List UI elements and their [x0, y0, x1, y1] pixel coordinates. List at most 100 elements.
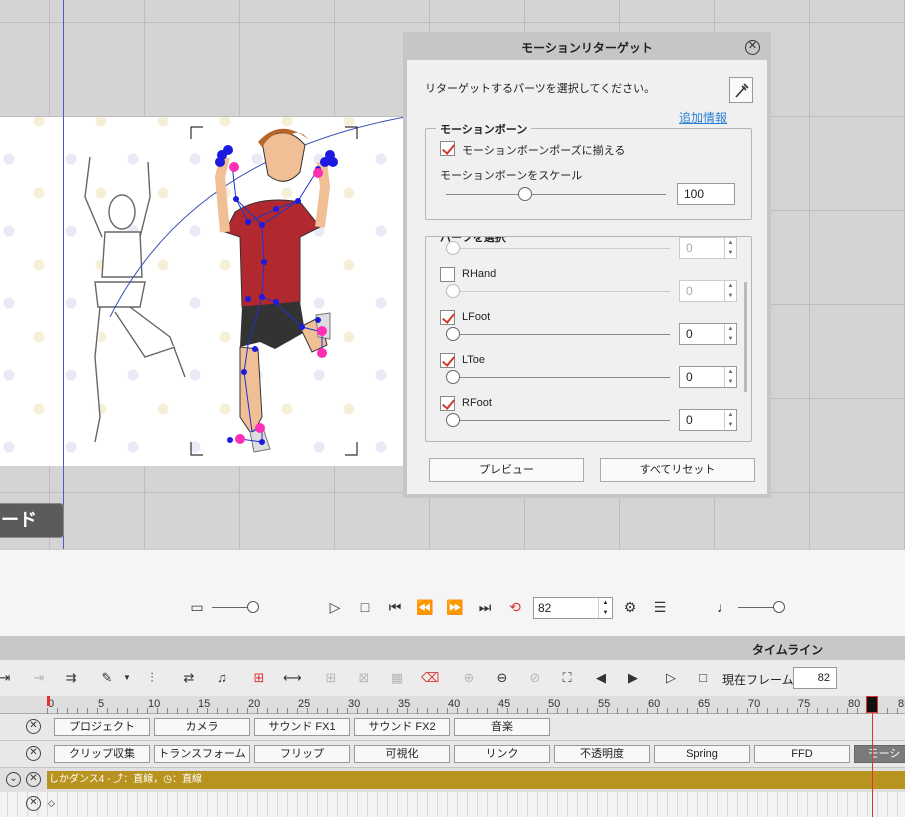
track-button[interactable]: サウンド FX1 — [254, 718, 350, 736]
part-value-field[interactable]: 0 ▲ ▼ — [679, 366, 737, 388]
track-close-icon[interactable]: ✕ — [26, 719, 41, 734]
part-slider-thumb[interactable] — [446, 327, 460, 341]
scale-slider-track[interactable] — [446, 194, 666, 195]
part-slider-track[interactable] — [446, 334, 670, 335]
parts-scrollbar[interactable] — [744, 282, 747, 392]
loop-icon[interactable]: ⟲ — [506, 598, 524, 616]
part-checkbox[interactable] — [440, 267, 455, 282]
range-icon[interactable]: ⟷ — [283, 669, 302, 687]
part-slider-track — [446, 291, 670, 292]
part-spinner: ▲ ▼ — [724, 238, 736, 258]
timeline-stop-icon[interactable]: □ — [694, 669, 712, 687]
part-checkbox[interactable] — [440, 396, 455, 411]
part-spinner[interactable]: ▲ ▼ — [724, 324, 736, 344]
part-slider-track[interactable] — [446, 377, 670, 378]
part-slider-thumb[interactable] — [446, 413, 460, 427]
track-clip: ✕ クリップ収集 トランスフォーム フリップ 可視化 リンク 不透明度 Spring FFD モ… — [0, 741, 905, 768]
ruler-label: 35 — [398, 698, 411, 710]
part-spinner[interactable]: ▲ ▼ — [724, 410, 736, 430]
track-close-icon[interactable]: ✕ — [26, 772, 41, 787]
chevron-down-icon[interactable]: ▼ — [118, 669, 136, 687]
track-close-icon[interactable]: ✕ — [26, 746, 41, 761]
timeline-ruler[interactable]: 0510152025303540455055606570758085 — [0, 696, 905, 714]
track-icon[interactable]: ⇥ — [0, 669, 14, 687]
track-close-icon[interactable]: ✕ — [26, 796, 41, 811]
track-button[interactable]: プロジェクト — [54, 718, 150, 736]
motion-clip-bar[interactable]: しかダンス4 - ⤴：直線，◷：直線 — [47, 771, 905, 789]
track-button[interactable]: トランスフォーム — [154, 745, 250, 763]
volume-slider-thumb[interactable] — [773, 601, 785, 613]
part-checkbox[interactable] — [440, 310, 455, 325]
dialog-titlebar[interactable]: モーションリターゲット ✕ — [407, 36, 767, 60]
last-frame-icon[interactable]: ⏭ — [476, 598, 494, 616]
track-button[interactable]: フリップ — [254, 745, 350, 763]
stop-icon[interactable]: □ — [356, 598, 374, 616]
part-value: 0 — [686, 413, 693, 427]
switch-icon[interactable]: ⇄ — [180, 669, 198, 687]
part-value: 0 — [686, 284, 693, 298]
first-frame-icon[interactable]: ⏮ — [386, 598, 404, 616]
track-button[interactable]: 可視化 — [354, 745, 450, 763]
subtitle-icon[interactable]: ▭ — [188, 598, 206, 616]
part-slider-thumb[interactable] — [446, 370, 460, 384]
mode-label[interactable]: ード — [0, 503, 64, 538]
preview-button[interactable]: プレビュー — [429, 458, 584, 482]
part-checkbox[interactable] — [440, 353, 455, 368]
list-panel-icon[interactable]: ☰ — [651, 598, 669, 616]
track-button[interactable]: 音楽 — [454, 718, 550, 736]
track-button[interactable]: モーシ — [854, 745, 905, 763]
part-slider-track[interactable] — [446, 420, 670, 421]
track-button[interactable]: リンク — [454, 745, 550, 763]
previous-frame-icon[interactable]: ⏪ — [416, 598, 434, 616]
subtitle-slider-thumb[interactable] — [247, 601, 259, 613]
part-spinner[interactable]: ▲ ▼ — [724, 367, 736, 387]
scale-value-field[interactable]: 100 — [677, 183, 735, 205]
music-track-icon[interactable]: ♫ — [213, 669, 231, 687]
frame-spinner[interactable]: ▲ ▼ — [598, 598, 612, 618]
part-value-field[interactable]: 0 ▲ ▼ — [679, 409, 737, 431]
prev-key-icon[interactable]: ◀ — [592, 669, 610, 687]
play-icon[interactable]: ▷ — [326, 598, 344, 616]
next-key-icon[interactable]: ▶ — [624, 669, 642, 687]
fit-icon[interactable]: ⛶ — [558, 669, 576, 687]
key-red-icon[interactable]: ⊞ — [250, 669, 268, 687]
ruler-label: 40 — [448, 698, 461, 710]
key-track[interactable]: ✕ ◇ — [0, 792, 905, 817]
track-project: ✕ プロジェクト カメラ サウンド FX1 サウンド FX2 音楽 — [0, 714, 905, 741]
zoom-out-icon[interactable]: ⊖ — [493, 669, 511, 687]
music-note-icon[interactable]: ♩ — [715, 598, 733, 616]
current-frame-field[interactable]: 82 — [793, 667, 837, 689]
collapse-icon[interactable]: ⌄ — [6, 772, 21, 787]
align-icon[interactable]: ⫶ — [143, 669, 161, 687]
timeline-play-icon[interactable]: ▷ — [662, 669, 680, 687]
copy-key-icon: ▦ — [390, 670, 404, 685]
ruler-label: 70 — [748, 698, 761, 710]
edit-icon[interactable]: ✎ — [98, 669, 116, 687]
ruler-label: 55 — [598, 698, 611, 710]
eraser-icon[interactable]: ⌫ — [421, 669, 439, 687]
more-info-link[interactable]: 追加情報 — [679, 109, 727, 126]
track-button[interactable]: サウンド FX2 — [354, 718, 450, 736]
reset-all-button[interactable]: すべてリセット — [600, 458, 755, 482]
part-value-field[interactable]: 0 ▲ ▼ — [679, 323, 737, 345]
start-marker[interactable] — [47, 696, 50, 706]
align-pose-checkbox[interactable] — [440, 141, 455, 156]
move-track-icon[interactable]: ⇉ — [62, 669, 80, 687]
scale-slider-thumb[interactable] — [518, 187, 533, 201]
settings-gear-icon[interactable]: ⚙ — [621, 598, 639, 616]
instruction-text: リターゲットするパーツを選択してください。 — [425, 83, 656, 95]
playhead-handle[interactable] — [866, 696, 878, 713]
track-button[interactable]: 不透明度 — [554, 745, 650, 763]
picker-button[interactable] — [729, 77, 753, 103]
close-icon[interactable]: ✕ — [745, 40, 760, 55]
ruler-label: 15 — [198, 698, 211, 710]
track-button[interactable]: FFD — [754, 745, 850, 763]
next-frame-icon[interactable]: ⏩ — [446, 598, 464, 616]
track-button[interactable]: カメラ — [154, 718, 250, 736]
frame-input[interactable]: 82 ▲ ▼ — [533, 597, 613, 619]
track-button[interactable]: Spring — [654, 745, 750, 763]
stage-canvas[interactable] — [0, 117, 410, 466]
part-label: LFoot — [462, 311, 491, 323]
track-button[interactable]: クリップ収集 — [54, 745, 150, 763]
key-diamond-icon[interactable]: ◇ — [48, 798, 55, 809]
